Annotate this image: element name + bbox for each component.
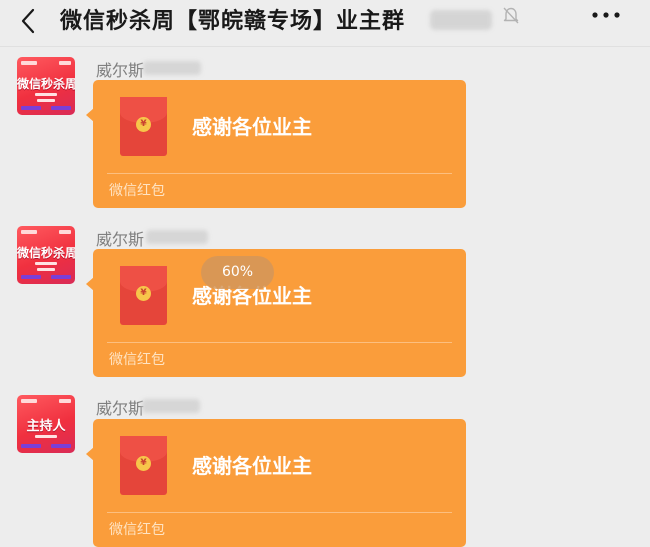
sender-name-blurred (142, 399, 200, 413)
red-packet-label: 微信红包 (109, 352, 165, 368)
red-envelope-icon: ¥ (120, 436, 167, 495)
red-packet[interactable]: ¥ 感谢各位业主 微信红包 (86, 249, 466, 377)
sender-name-blurred (143, 61, 201, 75)
chat-header: 微信秒杀周【鄂皖赣专场】业主群 (0, 0, 650, 47)
chevron-left-icon[interactable] (14, 6, 44, 36)
divider (107, 173, 452, 174)
sender-name: 威尔斯 (96, 399, 145, 418)
avatar-decoration (21, 61, 37, 65)
red-envelope-icon: ¥ (120, 97, 167, 156)
red-packet-label: 微信红包 (109, 522, 165, 538)
bell-off-icon (503, 7, 519, 24)
divider (107, 512, 452, 513)
sender-name-blurred (146, 230, 208, 244)
avatar-decoration (21, 399, 37, 403)
avatar-decoration (37, 99, 55, 102)
avatar-decoration (21, 106, 41, 110)
avatar-decoration (21, 275, 41, 279)
progress-badge: 60% (201, 256, 274, 289)
red-packet-label: 微信红包 (109, 183, 165, 199)
title-member-count-blurred (430, 10, 492, 30)
sender-name: 威尔斯 (96, 61, 145, 80)
avatar-decoration (59, 230, 71, 234)
avatar-decoration (21, 230, 37, 234)
avatar-decoration (21, 444, 41, 448)
avatar-decoration (37, 268, 55, 271)
avatar-decoration (35, 435, 57, 438)
avatar[interactable]: 主持人 (17, 395, 75, 453)
red-envelope-icon: ¥ (120, 266, 167, 325)
avatar[interactable]: 微信秒杀周 (17, 57, 75, 115)
avatar-text: 微信秒杀周 (17, 77, 75, 91)
avatar-decoration (51, 106, 71, 110)
avatar-text: 微信秒杀周 (17, 246, 75, 260)
sender-name: 威尔斯 (96, 230, 145, 249)
red-packet[interactable]: ¥ 感谢各位业主 微信红包 (86, 80, 466, 208)
red-packet-greeting: 感谢各位业主 (192, 454, 312, 478)
red-packet-greeting: 感谢各位业主 (192, 115, 312, 139)
avatar-decoration (59, 61, 71, 65)
divider (107, 342, 452, 343)
avatar-decoration (59, 399, 71, 403)
avatar[interactable]: 微信秒杀周 (17, 226, 75, 284)
avatar-text: 主持人 (26, 419, 66, 434)
chat-title: 微信秒杀周【鄂皖赣专场】业主群 (60, 9, 406, 34)
avatar-decoration (35, 262, 57, 265)
avatar-decoration (51, 444, 71, 448)
avatar-decoration (51, 275, 71, 279)
red-packet[interactable]: ¥ 感谢各位业主 微信红包 (86, 419, 466, 547)
avatar-decoration (35, 93, 57, 96)
more-dots-icon[interactable] (590, 8, 622, 22)
